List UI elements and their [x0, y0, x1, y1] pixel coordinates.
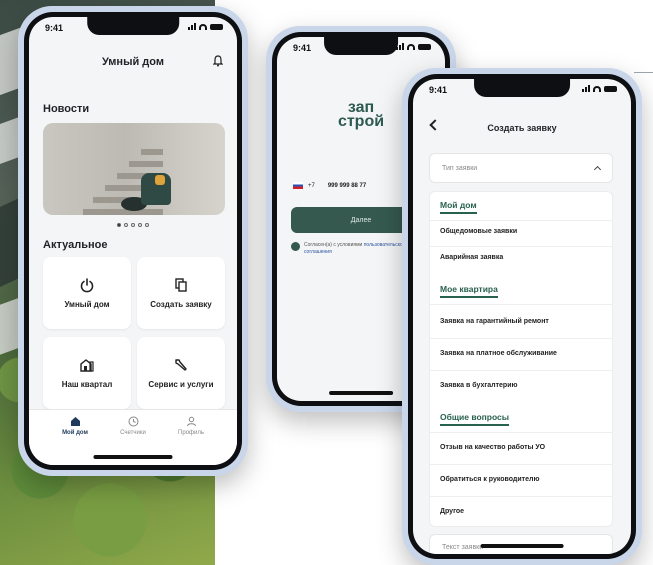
user-icon	[186, 416, 196, 427]
news-banner[interactable]	[43, 123, 225, 215]
clock-icon	[128, 416, 138, 427]
tile-create-request[interactable]: Создать заявку	[137, 257, 225, 329]
tab-meters[interactable]: Счетчики	[103, 416, 163, 436]
status-time: 9:41	[429, 85, 448, 95]
home-indicator	[480, 544, 564, 548]
battery-icon	[604, 85, 617, 92]
russia-flag-icon	[293, 182, 303, 189]
carousel-dots[interactable]	[29, 223, 237, 227]
phone-home-screen: 9:41 Умный дом Новости Актуальное Умный …	[18, 6, 248, 476]
battery-icon	[418, 43, 431, 50]
document-copy-icon	[175, 278, 187, 292]
home-indicator	[93, 455, 173, 459]
battery-icon	[210, 23, 223, 30]
tile-smart-home[interactable]: Умный дом	[43, 257, 131, 329]
country-code: +7	[308, 182, 315, 189]
tile-label: Сервис и услуги	[148, 380, 214, 389]
wrench-icon	[175, 359, 187, 371]
tile-services[interactable]: Сервис и услуги	[137, 337, 225, 409]
decorative-line	[634, 72, 653, 73]
create-request-screen: 9:41 Создать заявку Тип заявки Мой дом О…	[413, 79, 631, 554]
status-time: 9:41	[293, 43, 312, 53]
status-icons	[582, 85, 617, 92]
tab-my-home[interactable]: Мой дом	[45, 416, 105, 436]
actual-heading: Актуальное	[43, 239, 108, 251]
tab-label: Счетчики	[120, 430, 146, 436]
group-heading-general: Общие вопросы	[440, 412, 509, 426]
power-icon	[80, 278, 94, 293]
tile-label: Умный дом	[64, 300, 110, 309]
menu-item[interactable]: Заявка в бухгалтерию	[440, 382, 602, 389]
group-heading-my-apartment: Мое квартира	[440, 284, 498, 298]
phone-number: 999 999 88 77	[327, 182, 367, 189]
home-icon	[70, 417, 80, 426]
tab-label: Профиль	[178, 430, 204, 436]
tab-profile[interactable]: Профиль	[161, 416, 221, 436]
menu-item[interactable]: Обратиться к руководителю	[440, 476, 602, 483]
home-screen: 9:41 Умный дом Новости Актуальное Умный …	[29, 17, 237, 465]
status-icons	[396, 43, 431, 50]
news-heading: Новости	[43, 103, 90, 115]
building-icon	[80, 359, 94, 372]
menu-item[interactable]: Другое	[440, 508, 602, 515]
agree-checkbox[interactable]	[291, 242, 300, 251]
tile-label: Наш квартал	[61, 380, 113, 389]
chevron-up-icon	[593, 165, 602, 174]
tab-label: Мой дом	[62, 430, 88, 436]
status-icons	[188, 23, 223, 30]
tile-our-quarter[interactable]: Наш квартал	[43, 337, 131, 409]
menu-item[interactable]: Отзыв на качество работы УО	[440, 444, 602, 451]
bell-icon[interactable]	[213, 55, 223, 67]
request-type-menu: Мой дом Общедомовые заявки Аварийная зая…	[429, 191, 613, 527]
menu-item[interactable]: Аварийная заявка	[440, 254, 602, 261]
status-time: 9:41	[45, 23, 64, 33]
phone-create-request-screen: 9:41 Создать заявку Тип заявки Мой дом О…	[402, 68, 642, 565]
menu-item[interactable]: Заявка на гарантийный ремонт	[440, 318, 602, 325]
menu-item[interactable]: Заявка на платное обслуживание	[440, 350, 602, 357]
group-heading-my-home: Мой дом	[440, 200, 477, 214]
signal-icon	[582, 85, 590, 92]
request-type-select[interactable]: Тип заявки	[429, 153, 613, 183]
request-type-placeholder: Тип заявки	[442, 164, 478, 172]
signal-icon	[396, 43, 404, 50]
menu-item[interactable]: Общедомовые заявки	[440, 228, 602, 235]
wifi-icon	[199, 23, 207, 30]
signal-icon	[188, 23, 196, 30]
page-title: Умный дом	[102, 56, 164, 68]
wifi-icon	[407, 43, 415, 50]
wifi-icon	[593, 85, 601, 92]
tile-label: Создать заявку	[150, 300, 212, 309]
page-title: Создать заявку	[487, 123, 557, 133]
home-indicator	[329, 391, 393, 395]
